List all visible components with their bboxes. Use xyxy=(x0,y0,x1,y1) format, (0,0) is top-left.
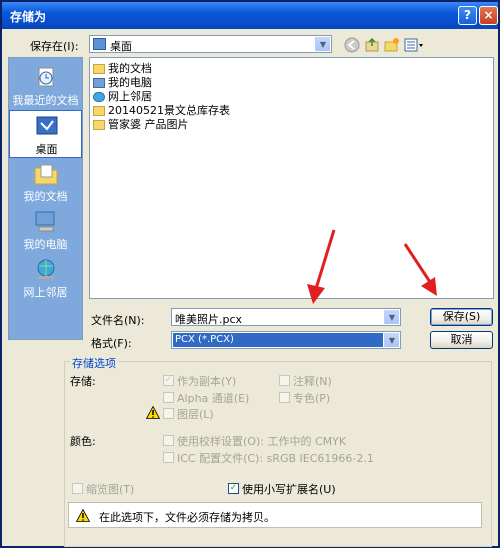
back-icon[interactable] xyxy=(344,37,360,53)
spot-color-label: 专色(P) xyxy=(293,392,331,405)
network-places-icon xyxy=(37,259,55,279)
recent-documents-icon xyxy=(38,67,54,87)
thumbnail-label: 缩览图(T) xyxy=(86,483,135,496)
folder-icon xyxy=(93,106,105,116)
place-label: 我最近的文档 xyxy=(12,94,79,107)
my-computer-icon xyxy=(35,211,55,232)
save-in-label: 保存在(I): xyxy=(30,40,79,53)
as-copy-label: 作为副本(Y) xyxy=(177,375,237,388)
format-label: 格式(F): xyxy=(91,337,132,350)
annotation-arrows xyxy=(307,229,437,304)
layers-label: 图层(L) xyxy=(177,408,214,421)
title-bar: 存储为 ? × xyxy=(2,2,498,29)
save-as-dialog: 存储为 ? × 保存在(I): 桌面 ▼ 我最近的文档 桌面 我的文档 我的电脑… xyxy=(0,0,500,548)
cancel-button[interactable]: 取消 xyxy=(430,331,493,349)
file-item[interactable]: 我的文档 xyxy=(93,60,152,75)
file-item[interactable]: 我的电脑 xyxy=(93,74,152,89)
filename-label: 文件名(N): xyxy=(91,314,145,327)
warning-message: 在此选项下，文件必须存储为拷贝。 xyxy=(99,511,275,524)
view-menu-icon[interactable] xyxy=(404,37,424,53)
spot-color-checkbox[interactable] xyxy=(279,392,290,403)
place-desktop[interactable]: 桌面 xyxy=(9,110,82,158)
folder-icon xyxy=(93,120,105,130)
my-documents-icon xyxy=(34,164,58,185)
alpha-channel-label: Alpha 通道(E) xyxy=(177,392,250,405)
place-recent-documents[interactable]: 我最近的文档 xyxy=(9,62,82,110)
close-button[interactable]: × xyxy=(479,6,498,25)
desktop-icon xyxy=(36,116,58,135)
network-icon xyxy=(93,92,105,102)
place-my-documents[interactable]: 我的文档 xyxy=(9,158,82,206)
proof-setup-checkbox[interactable] xyxy=(163,435,174,446)
save-in-value: 桌面 xyxy=(110,40,132,53)
up-folder-icon[interactable] xyxy=(364,37,380,53)
place-network[interactable]: 网上邻居 xyxy=(9,254,82,302)
warning-message-box: 在此选项下，文件必须存储为拷贝。 xyxy=(68,502,482,528)
alpha-channel-checkbox[interactable] xyxy=(163,392,174,403)
chevron-down-icon[interactable]: ▼ xyxy=(384,310,399,324)
icc-profile-checkbox[interactable] xyxy=(163,452,174,463)
color-label: 颜色: xyxy=(70,435,96,448)
lowercase-extension-checkbox[interactable]: ✓ xyxy=(228,483,239,494)
new-folder-icon[interactable] xyxy=(384,37,400,53)
storage-options-title: 存储选项 xyxy=(70,355,118,371)
help-button[interactable]: ? xyxy=(458,6,477,25)
thumbnail-checkbox[interactable] xyxy=(72,483,83,494)
format-dropdown[interactable]: PCX (*.PCX) ▼ xyxy=(171,331,401,349)
file-item[interactable]: 管家婆 产品图片 xyxy=(93,116,189,131)
as-copy-checkbox[interactable]: ✓ xyxy=(163,375,174,386)
dialog-title: 存储为 xyxy=(10,10,47,24)
format-value: PCX (*.PCX) xyxy=(175,334,234,345)
warning-icon xyxy=(76,509,90,522)
file-item[interactable]: 20140521景文总库存表 xyxy=(93,102,230,117)
chevron-down-icon[interactable]: ▼ xyxy=(384,333,399,347)
warning-icon xyxy=(146,406,160,419)
proof-setup-label: 使用校样设置(O): 工作中的 CMYK xyxy=(177,435,347,448)
computer-icon xyxy=(93,78,105,88)
layers-checkbox[interactable] xyxy=(163,408,174,419)
notes-checkbox[interactable] xyxy=(279,375,290,386)
save-button[interactable]: 保存(S) xyxy=(430,308,493,326)
save-in-dropdown[interactable]: 桌面 ▼ xyxy=(89,35,332,53)
document-folder-icon xyxy=(93,64,105,74)
notes-label: 注释(N) xyxy=(293,375,332,388)
desktop-small-icon xyxy=(93,38,106,50)
place-my-computer[interactable]: 我的电脑 xyxy=(9,206,82,254)
place-label: 网上邻居 xyxy=(23,286,68,299)
lowercase-extension-label: 使用小写扩展名(U) xyxy=(242,483,336,496)
file-name: 管家婆 产品图片 xyxy=(108,118,189,131)
filename-value: 唯美照片.pcx xyxy=(175,313,243,326)
icc-profile-label: ICC 配置文件(C): sRGB IEC61966-2.1 xyxy=(177,452,374,465)
file-item[interactable]: 网上邻居 xyxy=(93,88,152,103)
place-label: 我的文档 xyxy=(23,190,68,203)
place-label: 我的电脑 xyxy=(23,238,68,251)
places-bar: 我最近的文档 桌面 我的文档 我的电脑 网上邻居 xyxy=(8,57,83,340)
filename-input[interactable]: 唯美照片.pcx ▼ xyxy=(171,308,401,326)
storage-label: 存储: xyxy=(70,375,96,388)
chevron-down-icon[interactable]: ▼ xyxy=(315,37,330,51)
place-label: 桌面 xyxy=(35,143,58,156)
